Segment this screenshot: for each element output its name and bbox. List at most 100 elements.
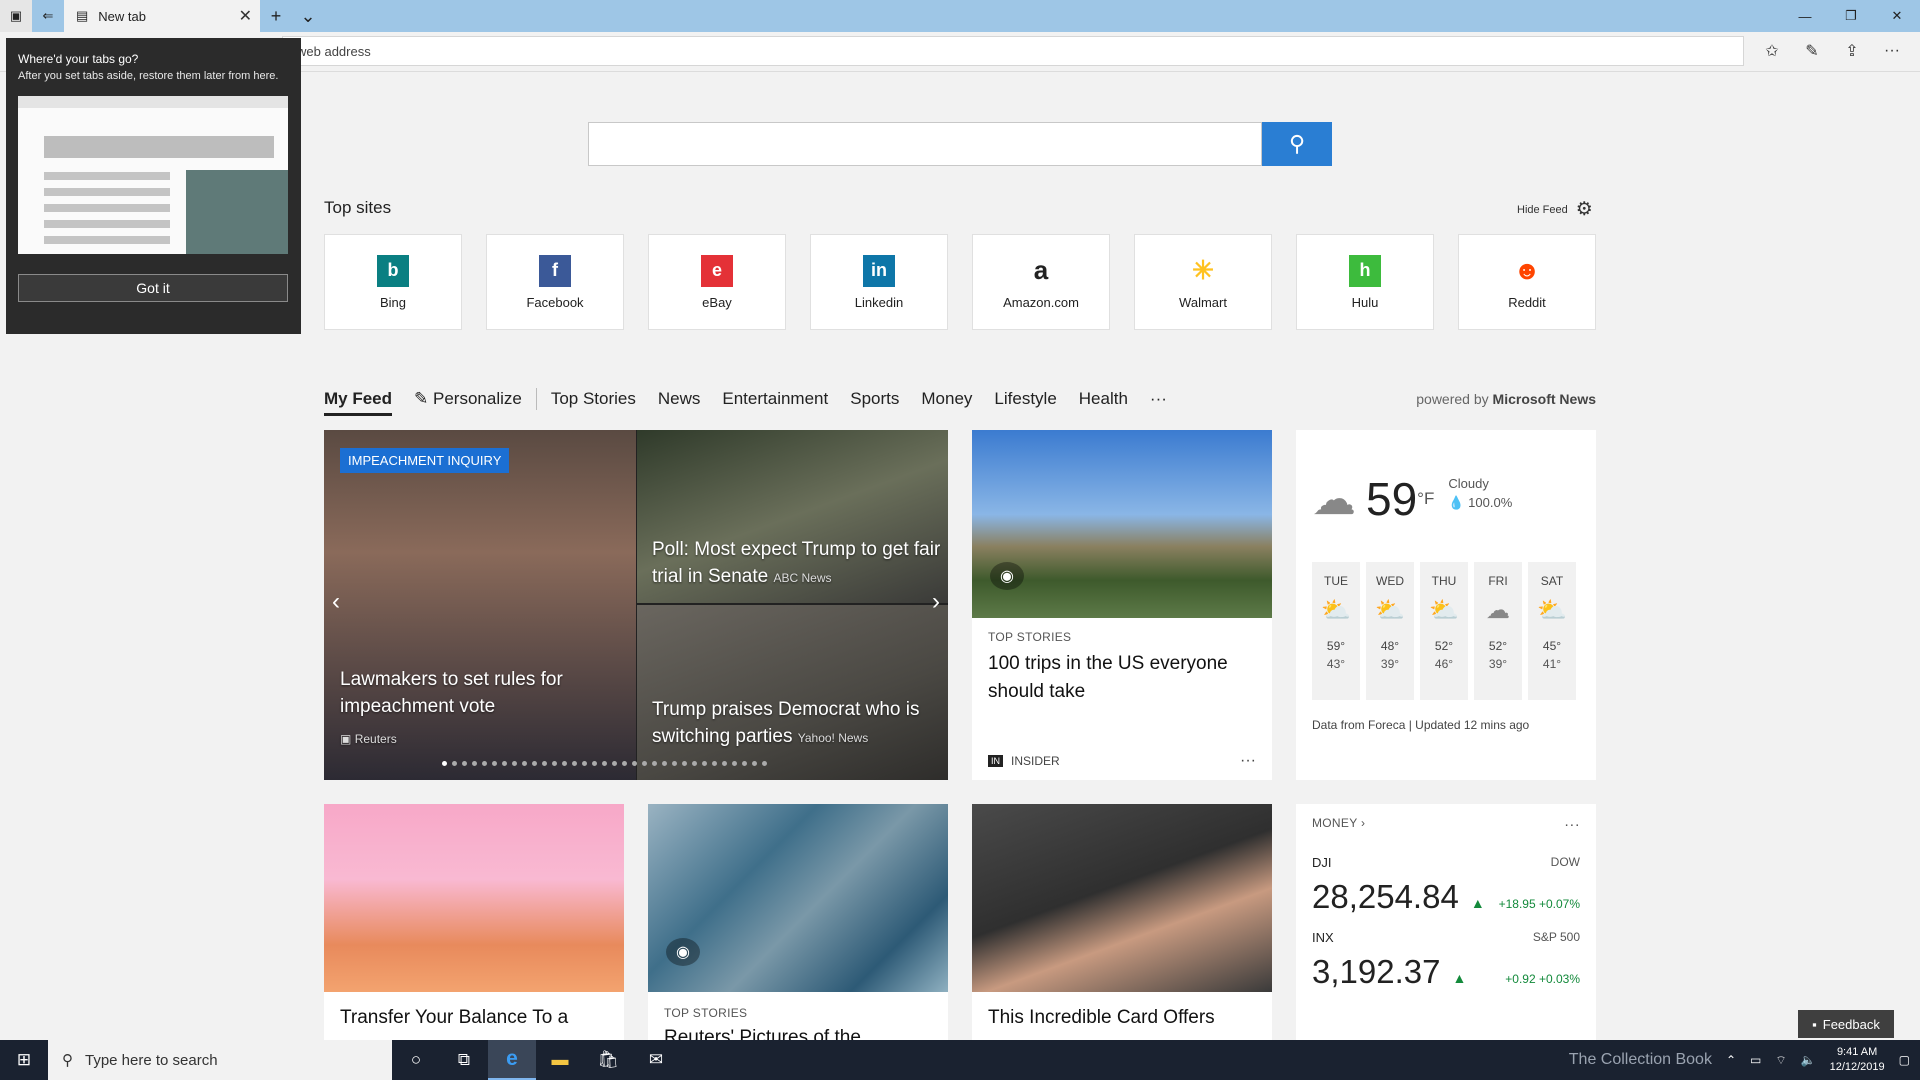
weather-card[interactable]: ☁ 59 °F Cloudy 💧 100.0% TUE ⛅ 59° 43° WED ⛅ 48… xyxy=(1296,430,1596,780)
carousel-prev-icon[interactable]: ‹ xyxy=(332,588,340,616)
forecast-day[interactable]: TUE ⛅ 59° 43° xyxy=(1312,562,1360,700)
hero-bottom-image[interactable] xyxy=(637,605,948,780)
hero-bottom-story[interactable]: Trump praises Democrat who is switching … xyxy=(652,696,942,752)
tab-top-stories[interactable]: Top Stories xyxy=(551,389,636,409)
share-icon[interactable]: ⇪ xyxy=(1832,36,1872,66)
day-low: 39° xyxy=(1380,657,1400,671)
hide-feed-label[interactable]: Hide Feed xyxy=(1517,204,1568,216)
tab-more[interactable]: ··· xyxy=(1150,389,1167,409)
inx-name: S&P 500 xyxy=(1532,930,1580,944)
top-site-reddit[interactable]: ☻ Reddit xyxy=(1458,234,1596,330)
tab-personalize[interactable]: ✎ Personalize xyxy=(414,389,522,409)
inx-label: INX xyxy=(1312,930,1334,945)
more-menu-icon[interactable]: ··· xyxy=(1872,36,1912,66)
window-controls: — ❐ ✕ xyxy=(1782,0,1920,32)
money-header[interactable]: MONEY › xyxy=(1312,816,1365,833)
hero-carousel[interactable]: IMPEACHMENT INQUIRY Lawmakers to set rul… xyxy=(324,430,948,780)
taskbar-search[interactable]: ⚲ Type here to search xyxy=(48,1040,392,1080)
address-bar[interactable]: web address xyxy=(282,36,1744,66)
tab-money[interactable]: Money xyxy=(921,389,972,409)
top-site-bing[interactable]: b Bing xyxy=(324,234,462,330)
tab-my-feed[interactable]: My Feed xyxy=(324,389,393,416)
top-sites-title: Top sites xyxy=(324,198,392,217)
search-input[interactable] xyxy=(588,122,1262,166)
minimize-button[interactable]: — xyxy=(1782,0,1828,32)
tab-lifestyle[interactable]: Lifestyle xyxy=(994,389,1056,409)
title-bar: ▣ ⇐ ▤ New tab ✕ + ⌄ — ❐ ✕ xyxy=(0,0,1920,32)
search-button[interactable]: ⚲ xyxy=(1262,122,1332,166)
forecast-day[interactable]: FRI ☁ 52° 39° xyxy=(1474,562,1522,700)
story-card-offers[interactable]: This Incredible Card Offers xyxy=(972,804,1272,1040)
day-label: SAT xyxy=(1540,574,1564,588)
notifications-icon[interactable]: ▢ xyxy=(1899,1053,1910,1067)
close-window-button[interactable]: ✕ xyxy=(1874,0,1920,32)
clock[interactable]: 9:41 AM 12/12/2019 xyxy=(1830,1045,1885,1075)
notes-pen-icon[interactable]: ✎ xyxy=(1792,36,1832,66)
money-more-button[interactable]: ··· xyxy=(1564,816,1580,833)
facebook-logo-icon: f xyxy=(539,254,571,287)
hide-feed-control[interactable]: Hide Feed ⚙ xyxy=(1517,198,1593,221)
gear-icon[interactable]: ⚙ xyxy=(1576,198,1593,221)
story-more-button[interactable]: ··· xyxy=(1240,752,1256,770)
top-site-facebook[interactable]: f Facebook xyxy=(486,234,624,330)
feedback-icon: ▪ xyxy=(1812,1016,1817,1032)
story-card-trips[interactable]: ◉ TOP STORIES 100 trips in the US everyo… xyxy=(972,430,1272,780)
top-site-amazon[interactable]: a Amazon.com xyxy=(972,234,1110,330)
new-tab-button[interactable]: + xyxy=(260,0,292,32)
battery-icon[interactable]: ▭ xyxy=(1750,1053,1761,1067)
forecast-day[interactable]: SAT ⛅ 45° 41° xyxy=(1528,562,1576,700)
day-high: 52° xyxy=(1434,639,1454,653)
top-site-walmart[interactable]: ✳ Walmart xyxy=(1134,234,1272,330)
story-category: TOP STORIES xyxy=(988,630,1072,644)
network-icon[interactable]: ⌔ xyxy=(1775,1053,1786,1068)
windows-start-icon[interactable]: ⊞ xyxy=(0,1040,48,1080)
hero-top-story[interactable]: Poll: Most expect Trump to get fair tria… xyxy=(652,536,942,592)
taskbar: ⊞ ⚲ Type here to search ○ ⧉ e ▬ 🛍 ✉ The … xyxy=(0,1040,1920,1080)
linkedin-logo-icon: in xyxy=(863,254,895,287)
top-site-hulu[interactable]: h Hulu xyxy=(1296,234,1434,330)
tab-sports[interactable]: Sports xyxy=(850,389,899,409)
tab-new-tab[interactable]: ▤ New tab ✕ xyxy=(64,0,260,32)
cortana-icon[interactable]: ○ xyxy=(392,1040,440,1080)
forecast-day[interactable]: WED ⛅ 48° 39° xyxy=(1366,562,1414,700)
carousel-dots[interactable] xyxy=(442,761,767,766)
top-site-ebay[interactable]: e eBay xyxy=(648,234,786,330)
inx-value: 3,192.37 xyxy=(1312,953,1441,990)
weather-unit: °F xyxy=(1417,489,1435,508)
set-tabs-aside-icon[interactable]: ⇐ xyxy=(32,0,64,32)
story-category: TOP STORIES xyxy=(664,1006,748,1020)
got-it-button[interactable]: Got it xyxy=(18,274,288,302)
restore-button[interactable]: ❐ xyxy=(1828,0,1874,32)
site-label: Walmart xyxy=(1179,294,1227,310)
store-icon[interactable]: 🛍 xyxy=(584,1040,632,1080)
volume-icon[interactable]: 🔈 xyxy=(1801,1053,1816,1067)
top-site-linkedin[interactable]: in Linkedin xyxy=(810,234,948,330)
tab-health[interactable]: Health xyxy=(1079,389,1128,409)
story-image xyxy=(972,804,1272,992)
tabs-aside-icon[interactable]: ▣ xyxy=(0,0,32,32)
story-card-balance[interactable]: Transfer Your Balance To a xyxy=(324,804,624,1040)
carousel-next-icon[interactable]: › xyxy=(932,588,940,616)
hero-main-story[interactable]: Lawmakers to set rules for impeachment v… xyxy=(340,666,610,753)
tab-news[interactable]: News xyxy=(658,389,701,409)
story-card-pictures[interactable]: ◉ TOP STORIES Reuters' Pictures of the xyxy=(648,804,948,1040)
story-image xyxy=(324,804,624,992)
tab-close-icon[interactable]: ✕ xyxy=(239,6,252,26)
task-view-icon[interactable]: ⧉ xyxy=(440,1040,488,1080)
mail-icon[interactable]: ✉ xyxy=(632,1040,680,1080)
forecast-day[interactable]: THU ⛅ 52° 46° xyxy=(1420,562,1468,700)
money-card[interactable]: MONEY › ··· DJI DOW 28,254.84 ▲ +18.95 +0.0… xyxy=(1296,804,1596,1044)
tab-preview-chevron-icon[interactable]: ⌄ xyxy=(292,0,324,32)
pencil-icon: ✎ xyxy=(414,389,433,408)
feedback-button[interactable]: ▪ Feedback xyxy=(1798,1010,1894,1038)
cloudy-icon: ☁ xyxy=(1486,597,1510,624)
taskbar-search-placeholder: Type here to search xyxy=(85,1051,218,1069)
edge-browser-icon[interactable]: e xyxy=(488,1040,536,1080)
system-tray: The Collection Book ⌃ ▭ ⌔ 🔈 9:41 AM 12/1… xyxy=(1569,1045,1920,1075)
file-explorer-icon[interactable]: ▬ xyxy=(536,1040,584,1080)
tray-chevron-icon[interactable]: ⌃ xyxy=(1726,1053,1736,1067)
favorites-icon[interactable]: ✩ xyxy=(1752,36,1792,66)
bing-logo-icon: b xyxy=(377,254,409,287)
tab-entertainment[interactable]: Entertainment xyxy=(722,389,828,409)
clock-date: 12/12/2019 xyxy=(1829,1061,1885,1073)
